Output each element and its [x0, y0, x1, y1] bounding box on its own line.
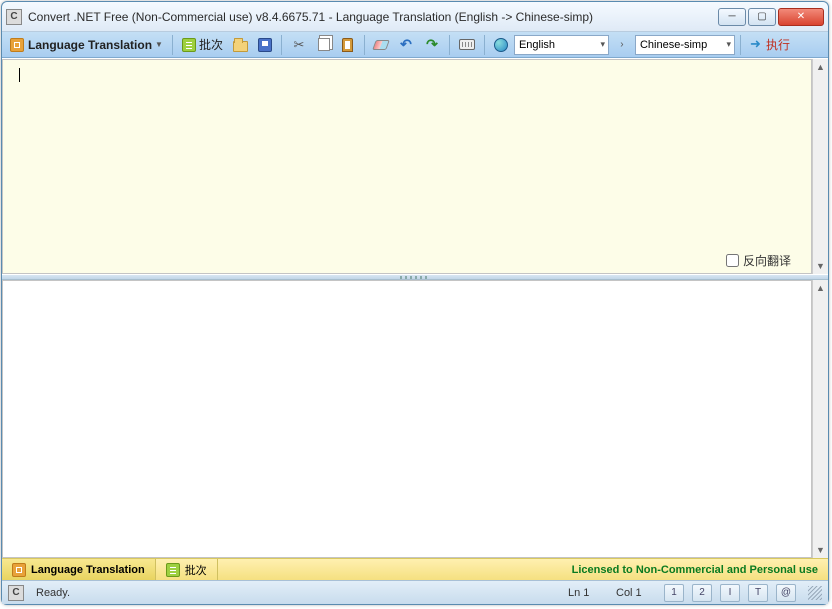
main-area: 反向翻译 ▲ ▼ ▲ ▼ — [2, 58, 828, 558]
batch-label: 批次 — [199, 36, 223, 53]
output-textarea[interactable] — [2, 280, 812, 558]
resize-grip-icon[interactable] — [808, 586, 822, 600]
mode-dropdown[interactable]: Language Translation ▼ — [6, 34, 167, 56]
reverse-label: 反向翻译 — [743, 252, 791, 269]
maximize-button[interactable]: ▢ — [748, 8, 776, 26]
scroll-track[interactable] — [813, 296, 828, 542]
redo-icon: ↷ — [424, 37, 440, 53]
status-button-1[interactable]: 1 — [664, 584, 684, 602]
translation-icon — [12, 563, 26, 577]
status-button-t[interactable]: T — [748, 584, 768, 602]
paste-icon — [342, 38, 353, 52]
output-pane-wrap: ▲ ▼ — [2, 280, 828, 558]
app-icon: C — [6, 9, 22, 25]
toolbar: Language Translation ▼ 批次 ✂ ↶ ↷ English … — [2, 32, 828, 58]
cut-button[interactable]: ✂ — [287, 34, 311, 56]
status-bar: C Ready. Ln 1 Col 1 1 2 I T @ — [2, 580, 828, 604]
scroll-up-icon[interactable]: ▲ — [813, 280, 828, 296]
minimize-button[interactable]: ─ — [718, 8, 746, 26]
scroll-up-icon[interactable]: ▲ — [813, 59, 828, 75]
separator — [484, 35, 485, 55]
tab-label: 批次 — [185, 562, 207, 578]
globe-icon — [494, 38, 508, 52]
status-button-i[interactable]: I — [720, 584, 740, 602]
text-cursor — [19, 68, 20, 82]
input-scrollbar[interactable]: ▲ ▼ — [812, 59, 828, 274]
app-icon: C — [8, 585, 24, 601]
scroll-track[interactable] — [813, 75, 828, 258]
mode-label: Language Translation — [28, 38, 152, 52]
erase-button[interactable] — [370, 34, 392, 56]
arrow-right-icon: › — [620, 39, 623, 50]
input-textarea[interactable]: 反向翻译 — [2, 59, 812, 274]
target-language-value: Chinese-simp — [640, 39, 707, 51]
license-text: Licensed to Non-Commercial and Personal … — [572, 559, 828, 580]
scroll-down-icon[interactable]: ▼ — [813, 258, 828, 274]
window-buttons: ─ ▢ ✕ — [716, 8, 824, 26]
batch-icon — [166, 563, 180, 577]
status-col: Col 1 — [616, 587, 656, 599]
undo-button[interactable]: ↶ — [394, 34, 418, 56]
separator — [172, 35, 173, 55]
source-language-value: English — [519, 39, 555, 51]
input-pane-wrap: 反向翻译 ▲ ▼ — [2, 59, 828, 274]
output-scrollbar[interactable]: ▲ ▼ — [812, 280, 828, 558]
dropdown-arrow-icon: ▼ — [155, 40, 163, 49]
window-title: Convert .NET Free (Non-Commercial use) v… — [28, 10, 716, 24]
tabs-bar: Language Translation 批次 Licensed to Non-… — [2, 558, 828, 580]
app-window: C Convert .NET Free (Non-Commercial use)… — [1, 1, 829, 605]
tab-label: Language Translation — [31, 564, 145, 576]
copy-icon — [318, 38, 330, 51]
redo-button[interactable]: ↷ — [420, 34, 444, 56]
batch-icon — [182, 38, 196, 52]
run-label: 执行 — [766, 36, 790, 53]
save-button[interactable] — [254, 34, 276, 56]
copy-button[interactable] — [313, 34, 335, 56]
paste-button[interactable] — [337, 34, 359, 56]
swap-languages-button[interactable]: › — [611, 34, 633, 56]
open-button[interactable] — [229, 34, 252, 56]
status-button-at[interactable]: @ — [776, 584, 796, 602]
batch-button[interactable]: 批次 — [178, 34, 227, 56]
source-language-dropdown[interactable]: English — [514, 35, 609, 55]
folder-icon — [233, 41, 248, 52]
separator — [364, 35, 365, 55]
web-button[interactable] — [490, 34, 512, 56]
keyboard-icon — [459, 39, 475, 50]
cut-icon: ✂ — [291, 37, 307, 53]
run-icon — [750, 38, 764, 52]
eraser-icon — [372, 40, 390, 50]
close-button[interactable]: ✕ — [778, 8, 824, 26]
keyboard-button[interactable] — [455, 34, 479, 56]
separator — [281, 35, 282, 55]
translation-icon — [10, 38, 24, 52]
status-button-2[interactable]: 2 — [692, 584, 712, 602]
reverse-checkbox-input[interactable] — [726, 254, 739, 267]
status-ready: Ready. — [36, 587, 70, 599]
scroll-down-icon[interactable]: ▼ — [813, 542, 828, 558]
separator — [740, 35, 741, 55]
titlebar: C Convert .NET Free (Non-Commercial use)… — [2, 2, 828, 32]
tab-batch[interactable]: 批次 — [156, 559, 218, 580]
status-line: Ln 1 — [568, 587, 608, 599]
reverse-translate-checkbox[interactable]: 反向翻译 — [726, 252, 791, 269]
separator — [449, 35, 450, 55]
run-button[interactable]: 执行 — [746, 34, 794, 56]
undo-icon: ↶ — [398, 37, 414, 53]
save-icon — [258, 38, 272, 52]
target-language-dropdown[interactable]: Chinese-simp — [635, 35, 735, 55]
tab-translation[interactable]: Language Translation — [2, 559, 156, 580]
